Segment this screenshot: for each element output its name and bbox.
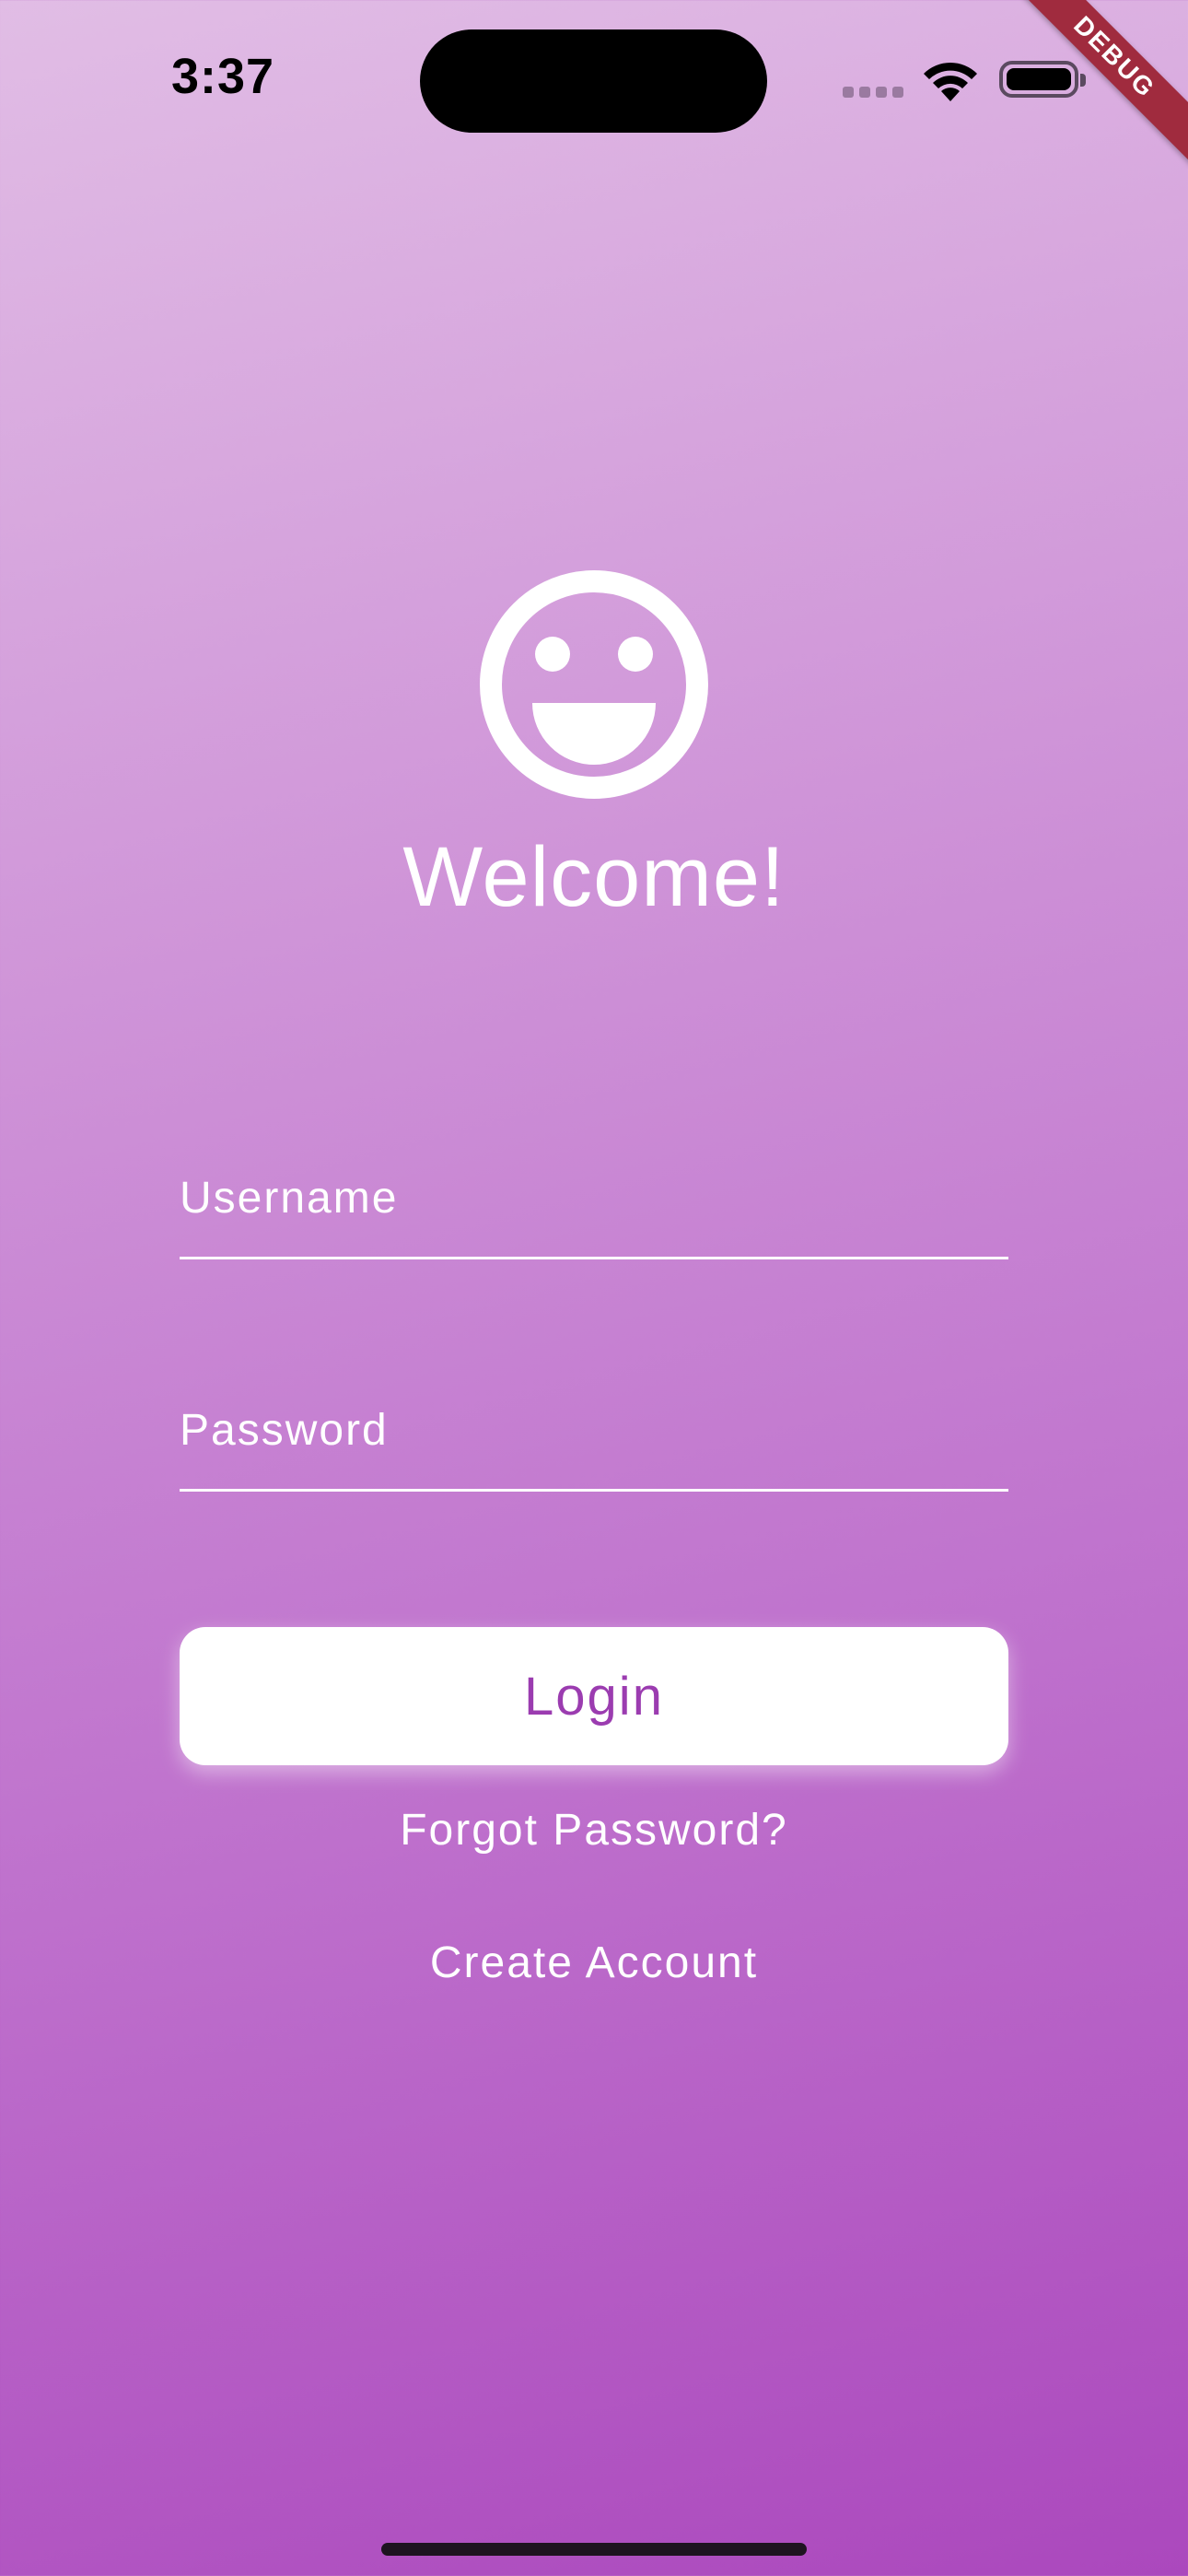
password-input[interactable]: [180, 1405, 1008, 1456]
wifi-icon: [924, 62, 977, 101]
page-title: Welcome!: [402, 830, 786, 924]
smiley-face-icon: [480, 570, 708, 799]
forgot-password-link[interactable]: Forgot Password?: [0, 1804, 1188, 1856]
status-time: 3:37: [171, 49, 275, 104]
battery-icon: [999, 61, 1086, 98]
password-field[interactable]: [180, 1388, 1008, 1492]
login-button[interactable]: Login: [180, 1627, 1008, 1765]
cellular-signal-icon: [843, 87, 905, 100]
home-indicator[interactable]: [381, 2543, 807, 2556]
create-account-link[interactable]: Create Account: [0, 1937, 1188, 1989]
username-field[interactable]: [180, 1155, 1008, 1259]
username-input[interactable]: [180, 1173, 1008, 1224]
status-bar: 3:37: [0, 0, 1188, 157]
dynamic-island: [420, 29, 767, 133]
